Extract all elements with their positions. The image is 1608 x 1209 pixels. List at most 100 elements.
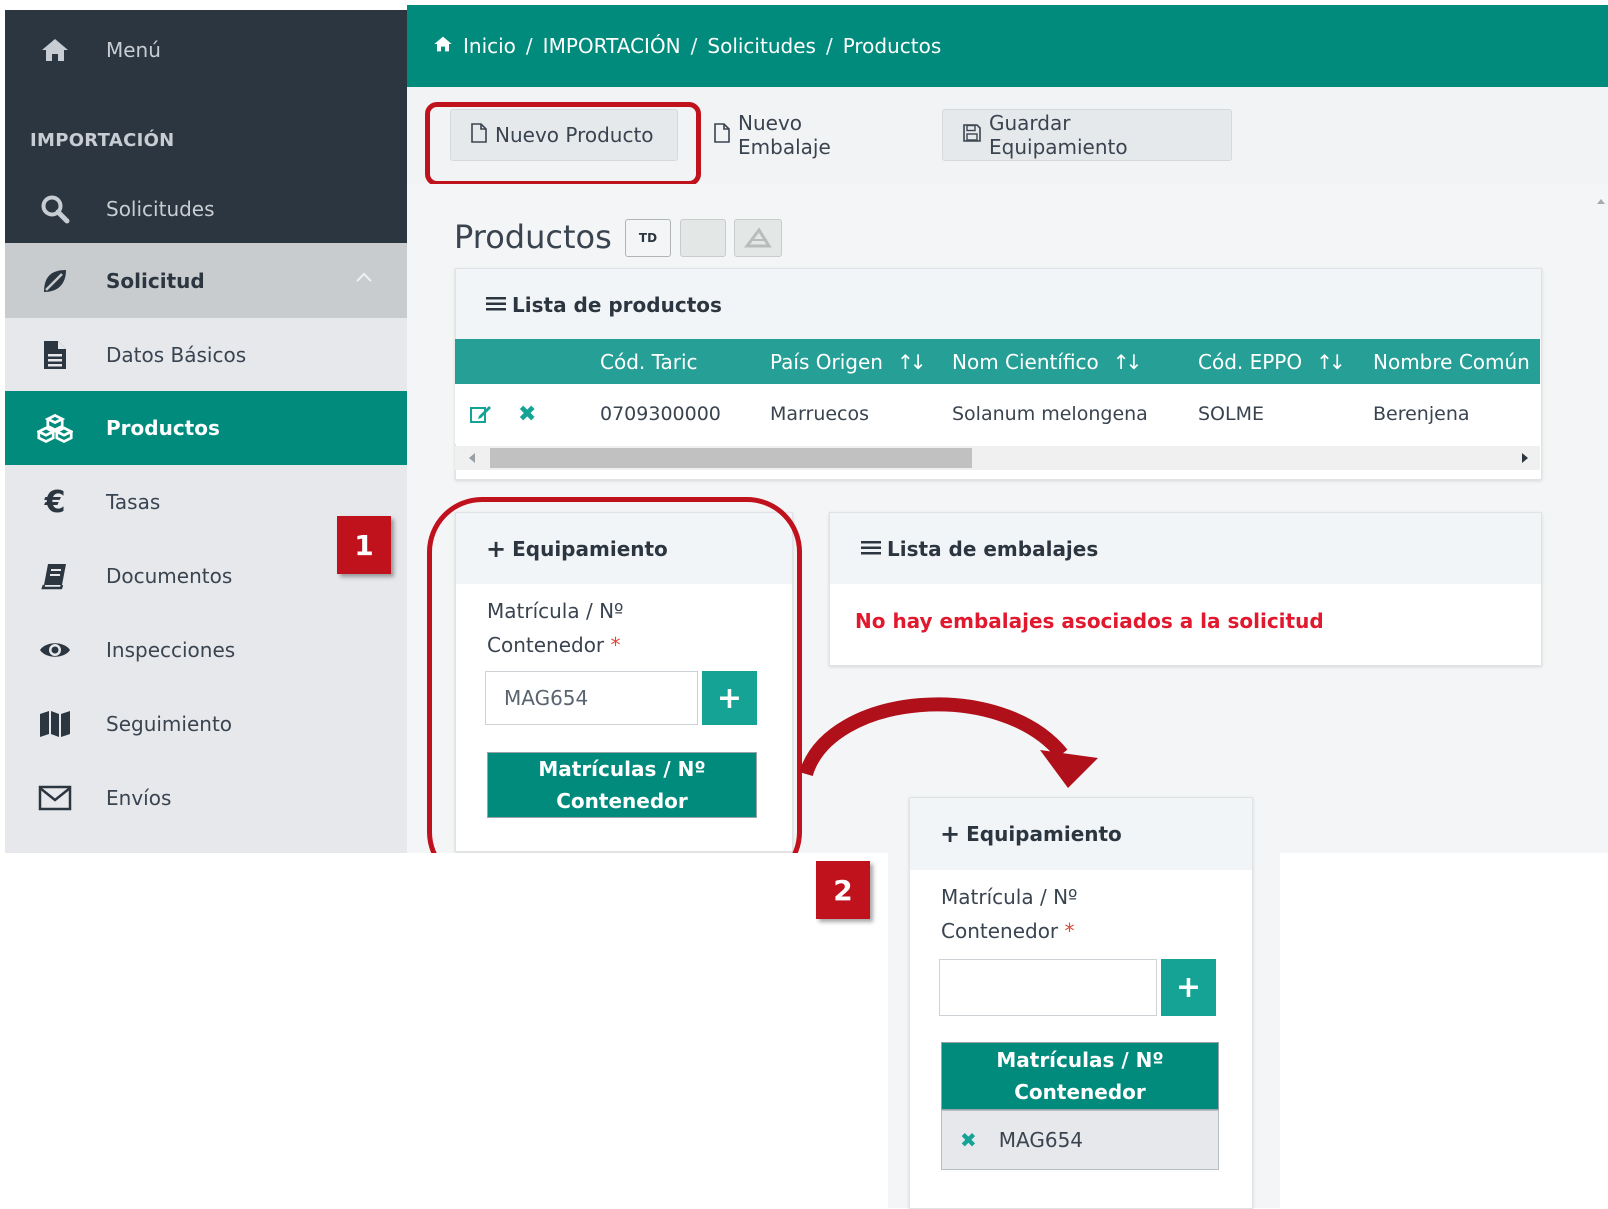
breadcrumb-separator: / <box>825 34 833 58</box>
packaging-panel-header: Lista de embalajes <box>830 513 1541 584</box>
floppy-icon <box>963 123 981 147</box>
list-item: ✖ MAG654 <box>941 1110 1219 1170</box>
breadcrumb-item-inicio[interactable]: Inicio <box>463 34 516 58</box>
scroll-right-icon <box>1522 453 1528 463</box>
euro-icon: € <box>44 484 66 520</box>
sidebar-item-datos-basicos[interactable]: Datos Básicos <box>5 318 407 391</box>
containers-list-header-after: Matrículas / Nº Contenedor <box>941 1042 1219 1110</box>
page-title: Productos <box>454 218 612 256</box>
sidebar-section-title: IMPORTACIÓN <box>30 130 175 151</box>
sidebar-item-label: Inspecciones <box>106 638 236 662</box>
sidebar-menu-label: Menú <box>106 38 161 62</box>
cell-common: Berenjena <box>1373 403 1470 425</box>
save-equipment-label: Guardar Equipamiento <box>989 111 1128 159</box>
column-header-label: Nombre Común <box>1373 349 1530 374</box>
breadcrumb-item-productos: Productos <box>842 34 942 58</box>
list-icon <box>861 537 881 561</box>
sidebar-menu-toggle[interactable]: Menú <box>5 25 407 75</box>
equipment-after-field-label: Matrícula / Nº Contenedor * <box>941 880 1077 948</box>
scrollbar-thumb[interactable] <box>490 448 972 468</box>
breadcrumb: Inicio / IMPORTACIÓN / Solicitudes / Pro… <box>433 5 941 87</box>
top-bar: Inicio / IMPORTACIÓN / Solicitudes / Pro… <box>407 5 1608 87</box>
delete-icon[interactable]: ✖ <box>518 384 536 444</box>
sort-icon: ↑↓ <box>1316 349 1345 374</box>
column-header-scientific[interactable]: Nom Científico ↑↓ <box>952 339 1142 384</box>
sidebar-item-inspecciones[interactable]: Inspecciones <box>5 613 407 687</box>
breadcrumb-separator: / <box>690 34 698 58</box>
header-line: Matrículas / Nº <box>996 1048 1164 1072</box>
container-number-input-after[interactable] <box>939 959 1157 1016</box>
sidebar-item-productos[interactable]: Productos <box>5 391 407 465</box>
sidebar-item-solicitudes[interactable]: Solicitudes <box>5 184 407 234</box>
packaging-panel: Lista de embalajes No hay embalajes asoc… <box>829 512 1542 666</box>
save-equipment-button[interactable]: Guardar Equipamiento <box>942 109 1232 161</box>
td-button[interactable]: TD <box>625 219 671 257</box>
column-header-taric[interactable]: Cód. Taric <box>600 339 698 384</box>
sidebar-item-label: Datos Básicos <box>106 342 247 367</box>
vertical-scrollbar[interactable] <box>1594 190 1608 850</box>
sidebar-item-envios[interactable]: Envíos <box>5 761 407 835</box>
column-header-label: Cód. Taric <box>600 349 698 374</box>
column-header-label: País Origen <box>770 349 883 374</box>
sidebar-item-label: Seguimiento <box>106 712 233 736</box>
column-header-common[interactable]: Nombre Común <box>1373 339 1530 384</box>
products-panel-title: Lista de productos <box>512 292 722 317</box>
sidebar-item-seguimiento[interactable]: Seguimiento <box>5 687 407 761</box>
chevron-up-icon <box>355 267 373 288</box>
container-item-label: MAG654 <box>998 1128 1084 1152</box>
equipment-panel-after-header: + Equipamiento <box>910 798 1252 870</box>
new-packaging-label: Nuevo Embalaje <box>738 111 831 159</box>
breadcrumb-item-importacion[interactable]: IMPORTACIÓN <box>543 34 681 58</box>
column-header-eppo[interactable]: Cód. EPPO ↑↓ <box>1198 339 1346 384</box>
leaf-icon <box>37 263 73 299</box>
cell-scientific: Solanum melongena <box>952 403 1148 425</box>
packaging-empty-message: No hay embalajes asociados a la solicitu… <box>855 609 1324 633</box>
sidebar-item-label: Productos <box>106 416 220 440</box>
file-icon <box>714 122 730 148</box>
label-line: Contenedor <box>941 919 1059 943</box>
edit-icon[interactable] <box>470 384 492 444</box>
sidebar-item-solicitud[interactable]: Solicitud <box>5 243 407 318</box>
annotation-outline-new-product <box>425 102 701 186</box>
background-area <box>0 853 1608 1208</box>
delete-icon[interactable]: ✖ <box>960 1128 977 1152</box>
sort-icon: ↑↓ <box>896 349 926 374</box>
cubes-icon <box>37 410 73 446</box>
home-icon[interactable] <box>433 34 453 58</box>
breadcrumb-item-solicitudes[interactable]: Solicitudes <box>707 34 816 58</box>
map-icon <box>37 706 73 742</box>
new-packaging-button[interactable]: Nuevo Embalaje <box>693 109 911 161</box>
search-icon <box>37 191 73 227</box>
label-line: Matrícula / Nº <box>941 885 1078 909</box>
sidebar-item-label: Solicitudes <box>106 197 215 221</box>
pdf-icon[interactable] <box>734 219 782 257</box>
scroll-left-icon <box>469 453 475 463</box>
envelope-icon <box>37 780 73 816</box>
annotation-outline-equipment <box>427 497 802 887</box>
curved-arrow-icon <box>800 697 1098 788</box>
sidebar-item-label: Tasas <box>106 490 161 514</box>
sort-icon: ↑↓ <box>1112 349 1142 374</box>
book-icon <box>37 558 73 594</box>
sidebar-item-label: Envíos <box>106 786 172 810</box>
document-icon <box>37 337 73 373</box>
sidebar-item-label: Solicitud <box>106 268 205 293</box>
horizontal-scrollbar[interactable] <box>455 446 1540 470</box>
eye-icon <box>37 632 73 668</box>
column-header-origin[interactable]: País Origen ↑↓ <box>770 339 926 384</box>
breadcrumb-separator: / <box>525 34 533 58</box>
products-table-header: Cód. Taric País Origen ↑↓ Nom Científico ↑… <box>455 339 1540 384</box>
add-container-button-after[interactable]: + <box>1161 959 1216 1016</box>
blank-button[interactable] <box>680 219 726 257</box>
sidebar-item-label: Documentos <box>106 564 233 588</box>
annotation-badge-2: 2 <box>816 861 870 919</box>
column-header-label: Nom Científico <box>952 349 1099 374</box>
home-icon <box>37 32 73 68</box>
cell-origin: Marruecos <box>770 403 870 425</box>
column-header-label: Cód. EPPO <box>1198 349 1303 374</box>
list-icon <box>486 293 506 317</box>
plus-icon: + <box>940 820 961 848</box>
cell-eppo: SOLME <box>1198 403 1264 425</box>
table-row: ✖ 0709300000 Marruecos Solanum melongena… <box>455 384 1540 444</box>
cell-taric: 0709300000 <box>600 403 721 425</box>
